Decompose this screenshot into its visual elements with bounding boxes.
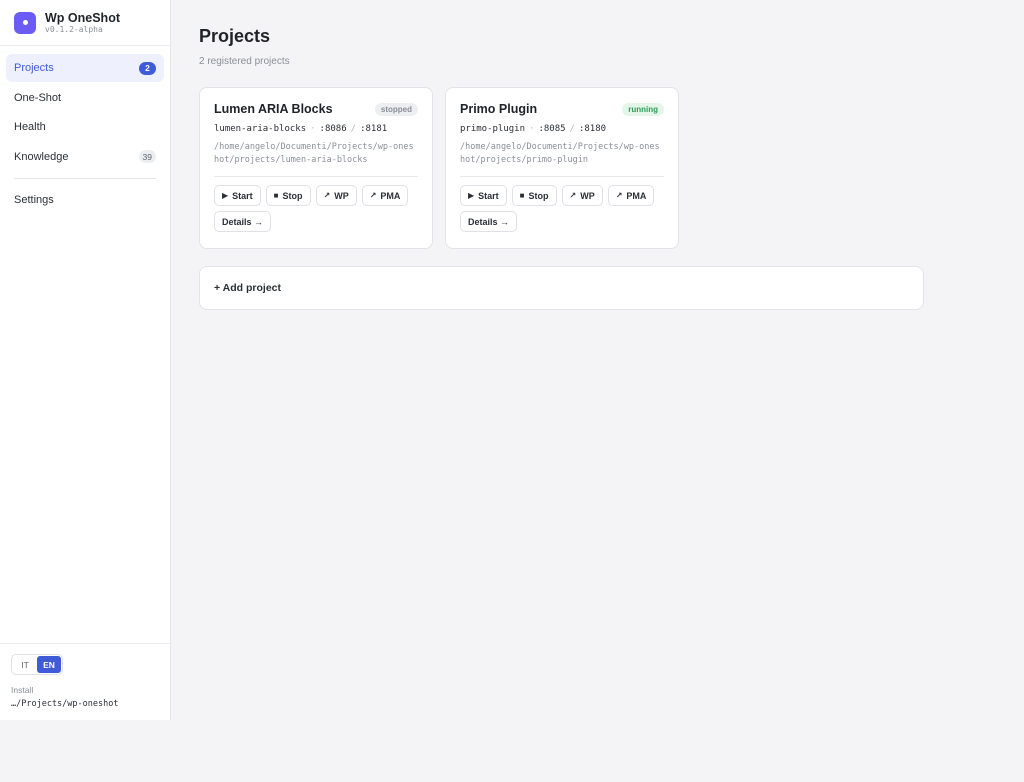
install-path: …/Projects/wp-oneshot	[11, 699, 119, 709]
brand-version: v0.1.2-alpha	[45, 24, 103, 34]
sidebar-item-label: Projects	[14, 62, 54, 74]
project-title: Lumen ARIA Blocks	[214, 102, 333, 116]
install-label: Install	[11, 685, 34, 695]
lang-it-button[interactable]: IT	[13, 656, 37, 673]
sidebar-item-one-shot[interactable]: One-Shot	[6, 84, 164, 112]
project-slug: primo-plugin	[460, 124, 526, 134]
external-link-icon: ↗	[323, 191, 331, 200]
language-toggle: IT EN	[11, 654, 63, 675]
sidebar-item-settings[interactable]: Settings	[6, 186, 164, 214]
sidebar-item-label: Health	[14, 121, 46, 133]
main-content: Projects 2 registered projects Lumen ARI…	[171, 0, 1024, 720]
sidebar-item-health[interactable]: Health	[6, 113, 164, 141]
status-badge: running	[622, 102, 664, 116]
details-button[interactable]: Details →	[460, 211, 518, 232]
sidebar: Wp OneShot v0.1.2-alpha Projects 2 One-S…	[0, 0, 171, 720]
pma-link-button[interactable]: ↗ PMA	[607, 185, 655, 206]
external-link-icon: ↗	[569, 191, 577, 200]
project-card-primo-plugin: Primo Plugin running primo-plugin ·:8085/…	[445, 87, 679, 249]
wp-port: :8085	[538, 124, 566, 134]
card-divider	[214, 176, 418, 177]
projects-count-badge: 2	[139, 61, 156, 75]
project-cards: Lumen ARIA Blocks stopped lumen-aria-blo…	[199, 87, 1024, 249]
project-path: /home/angelo/Documenti/Projects/wp-onesh…	[214, 142, 414, 165]
external-link-icon: ↗	[615, 191, 623, 200]
project-meta: primo-plugin ·:8085/:8180	[460, 124, 607, 134]
sidebar-nav: Projects 2 One-Shot Health Knowledge 39 …	[0, 46, 170, 214]
play-icon: ▶	[468, 191, 475, 200]
stop-icon: ■	[519, 191, 525, 200]
project-slug: lumen-aria-blocks	[214, 124, 307, 134]
knowledge-count-badge: 39	[138, 150, 156, 163]
play-icon: ▶	[222, 191, 229, 200]
pma-port: :8181	[360, 124, 388, 134]
details-button[interactable]: Details →	[214, 211, 272, 232]
project-path: /home/angelo/Documenti/Projects/wp-onesh…	[460, 142, 660, 165]
sidebar-item-label: Knowledge	[14, 150, 69, 163]
brand: Wp OneShot v0.1.2-alpha	[0, 0, 170, 46]
card-actions: ▶ Start ■ Stop ↗ WP ↗ PMA Details →	[214, 185, 418, 232]
sidebar-item-label: Settings	[14, 193, 54, 206]
pma-link-button[interactable]: ↗ PMA	[361, 185, 409, 206]
wp-port: :8086	[319, 124, 347, 134]
start-button[interactable]: ▶ Start	[214, 185, 261, 206]
pma-port: :8180	[578, 124, 607, 134]
sidebar-item-label: One-Shot	[14, 91, 62, 104]
page-title: Projects	[199, 26, 271, 46]
status-badge: stopped	[374, 102, 418, 116]
add-project-button[interactable]: + Add project	[199, 266, 924, 310]
stop-icon: ■	[273, 191, 279, 200]
external-link-icon: ↗	[369, 191, 377, 200]
sidebar-item-knowledge[interactable]: Knowledge 39	[6, 143, 164, 171]
brand-name: Wp OneShot	[45, 10, 120, 25]
app-window: Wp OneShot v0.1.2-alpha Projects 2 One-S…	[0, 0, 1024, 720]
lang-en-button[interactable]: EN	[37, 656, 61, 673]
sidebar-item-projects[interactable]: Projects 2	[6, 54, 164, 82]
project-card-lumen-aria-blocks: Lumen ARIA Blocks stopped lumen-aria-blo…	[199, 87, 433, 249]
stop-button[interactable]: ■ Stop	[265, 185, 311, 206]
nav-divider	[14, 177, 156, 179]
stop-button[interactable]: ■ Stop	[511, 185, 557, 206]
page-subtitle: 2 registered projects	[199, 56, 290, 67]
sidebar-footer: IT EN Install …/Projects/wp-oneshot	[0, 643, 170, 720]
wp-link-button[interactable]: ↗ WP	[561, 185, 603, 206]
card-divider	[460, 176, 664, 177]
wp-link-button[interactable]: ↗ WP	[315, 185, 357, 206]
project-title: Primo Plugin	[460, 102, 538, 116]
project-meta: lumen-aria-blocks ·:8086/:8181	[214, 124, 388, 134]
start-button[interactable]: ▶ Start	[460, 185, 507, 206]
brand-logo-icon	[14, 11, 36, 34]
card-actions: ▶ Start ■ Stop ↗ WP ↗ PMA Details →	[460, 185, 664, 232]
